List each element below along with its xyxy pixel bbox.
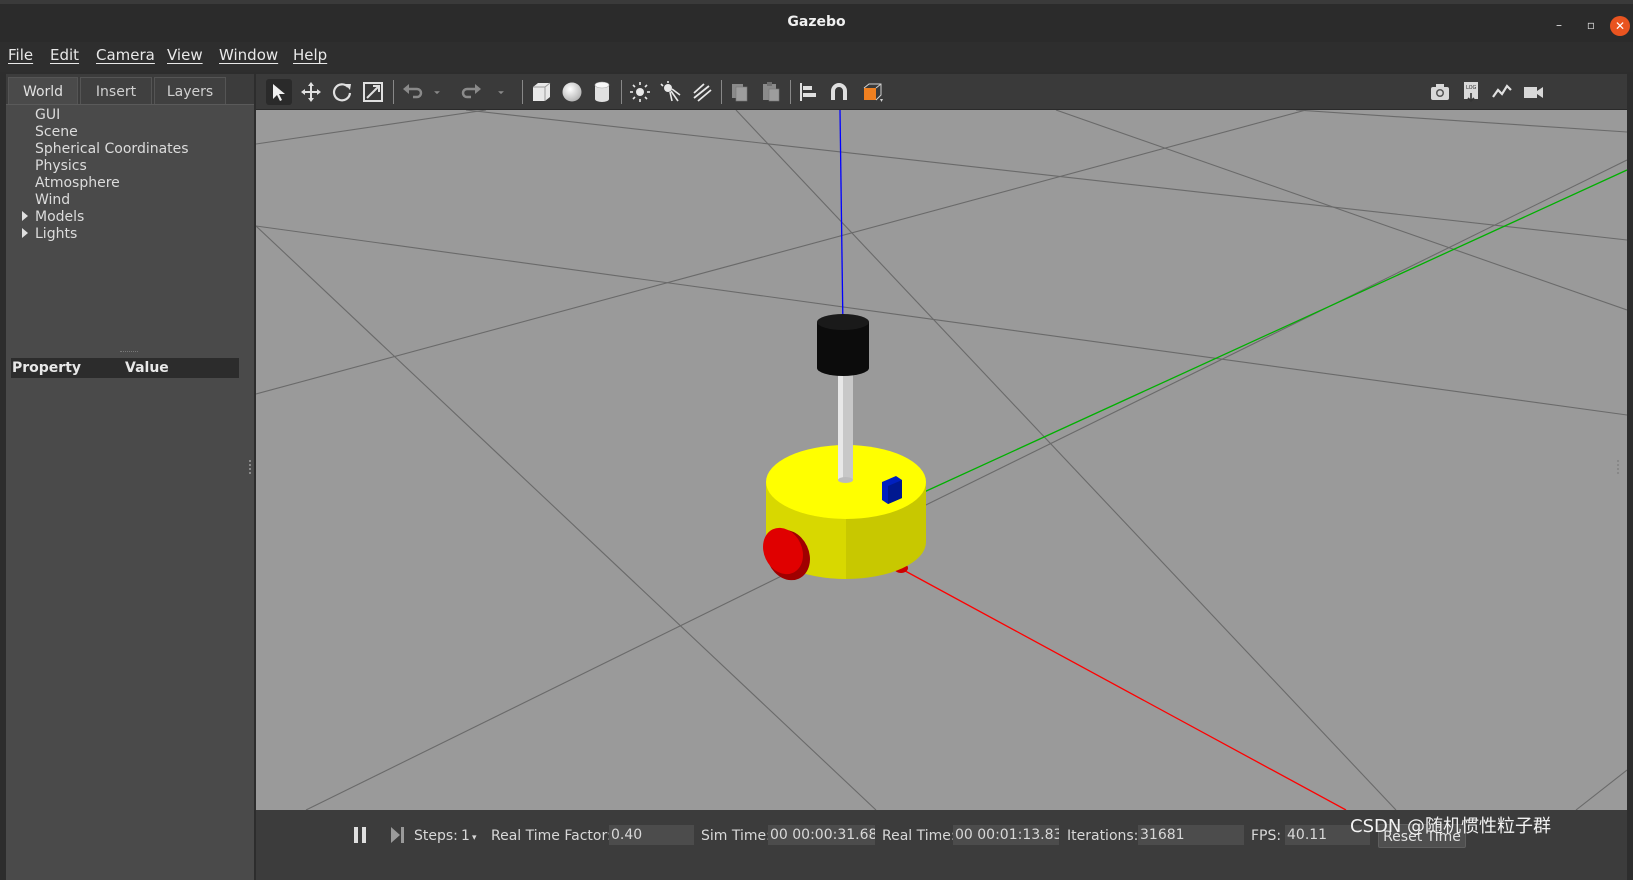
undo-icon[interactable] (399, 79, 425, 105)
tab-layers[interactable]: Layers (154, 77, 226, 105)
world-tree: GUI Scene Spherical Coordinates Physics … (6, 104, 254, 374)
real-time-factor-value: 0.40 (609, 825, 694, 845)
minimize-button[interactable]: – (1550, 16, 1568, 34)
tree-item-lights[interactable]: Lights (35, 226, 77, 242)
menu-file[interactable]: File (8, 46, 33, 64)
sim-time-value: 00 00:00:31.681 (768, 825, 875, 845)
steps-label: Steps: (414, 828, 458, 844)
left-panel-resize-handle[interactable] (249, 460, 252, 474)
scale-tool-icon[interactable] (360, 79, 386, 105)
directional-light-icon[interactable] (689, 79, 715, 105)
robot-model (763, 314, 926, 581)
redo-icon[interactable] (459, 79, 485, 105)
menu-help[interactable]: Help (293, 46, 327, 64)
steps-value[interactable]: 1 (461, 828, 470, 844)
step-forward-icon (391, 827, 404, 843)
y-axis-line (910, 169, 1627, 499)
select-tool-icon[interactable] (266, 79, 292, 105)
steps-spin-icon[interactable]: ▾ (472, 833, 477, 843)
tree-item-scene[interactable]: Scene (35, 124, 78, 140)
toolbar: LOG (256, 74, 1627, 110)
screenshot-icon[interactable] (1427, 79, 1453, 105)
title-bar: Gazebo – ▫ ✕ (0, 0, 1633, 42)
scene-canvas (256, 110, 1627, 810)
tab-world[interactable]: World (8, 77, 78, 105)
watermark-text: CSDN @随机惯性粒子群 (1350, 816, 1552, 837)
real-time-factor-label: Real Time Factor: (491, 828, 612, 844)
menu-edit[interactable]: Edit (50, 46, 79, 64)
video-record-icon[interactable] (1520, 79, 1546, 105)
tree-item-spherical-coordinates[interactable]: Spherical Coordinates (35, 141, 189, 157)
redo-history-icon[interactable] (493, 79, 509, 105)
sphere-icon[interactable] (559, 79, 585, 105)
tree-item-wind[interactable]: Wind (35, 192, 70, 208)
log-icon[interactable]: LOG (1458, 79, 1484, 105)
x-axis-line (895, 565, 1347, 810)
point-light-icon[interactable] (627, 79, 653, 105)
maximize-button[interactable]: ▫ (1582, 16, 1600, 34)
tree-item-physics[interactable]: Physics (35, 158, 87, 174)
property-header: Property Value (11, 358, 239, 378)
value-column-header: Value (125, 360, 169, 376)
menu-view[interactable]: View (167, 46, 203, 64)
property-column-header: Property (12, 360, 82, 376)
3d-viewport[interactable] (256, 110, 1627, 810)
panel-splitter-handle[interactable] (120, 351, 138, 353)
menu-camera[interactable]: Camera (96, 46, 155, 64)
property-panel: Property Value (6, 356, 254, 880)
real-time-label: Real Time: (882, 828, 956, 844)
iterations-label: Iterations: (1067, 828, 1139, 844)
expand-arrow-icon[interactable] (22, 211, 28, 221)
pause-icon (354, 827, 366, 843)
expand-arrow-icon[interactable] (22, 228, 28, 238)
cylinder-icon[interactable] (589, 79, 615, 105)
menu-window[interactable]: Window (219, 46, 278, 64)
rotate-tool-icon[interactable] (329, 79, 355, 105)
sim-time-label: Sim Time: (701, 828, 771, 844)
translate-tool-icon[interactable] (298, 79, 324, 105)
fps-label: FPS: (1251, 828, 1282, 844)
tree-item-gui[interactable]: GUI (35, 107, 60, 123)
box-icon[interactable] (528, 79, 554, 105)
tab-insert[interactable]: Insert (80, 77, 152, 105)
tree-item-models[interactable]: Models (35, 209, 84, 225)
align-icon[interactable] (795, 79, 821, 105)
real-time-value: 00 00:01:13.837 (953, 825, 1059, 845)
paste-icon[interactable] (758, 79, 784, 105)
panel-tabs: World Insert Layers (6, 77, 254, 107)
copy-icon[interactable] (727, 79, 753, 105)
snap-icon[interactable] (826, 79, 852, 105)
iterations-value: 31681 (1138, 825, 1244, 845)
step-button[interactable] (390, 826, 406, 844)
plot-icon[interactable] (1489, 79, 1515, 105)
render-panel: LOG Steps: 1 ▾ Real Time Factor: 0.40 Si… (256, 74, 1627, 880)
close-button[interactable]: ✕ (1610, 16, 1630, 36)
undo-history-icon[interactable] (429, 79, 445, 105)
ground-grid (256, 110, 1627, 810)
window-title: Gazebo (787, 14, 846, 30)
change-view-icon[interactable] (859, 79, 885, 105)
right-panel-resize-handle[interactable] (1617, 460, 1620, 474)
pause-button[interactable] (352, 826, 368, 844)
spot-light-icon[interactable] (658, 79, 684, 105)
left-panel: World Insert Layers GUI Scene Spherical … (6, 74, 254, 880)
menu-bar: File Edit Camera View Window Help (0, 42, 1633, 72)
svg-text:LOG: LOG (1466, 85, 1477, 91)
tree-item-atmosphere[interactable]: Atmosphere (35, 175, 120, 191)
